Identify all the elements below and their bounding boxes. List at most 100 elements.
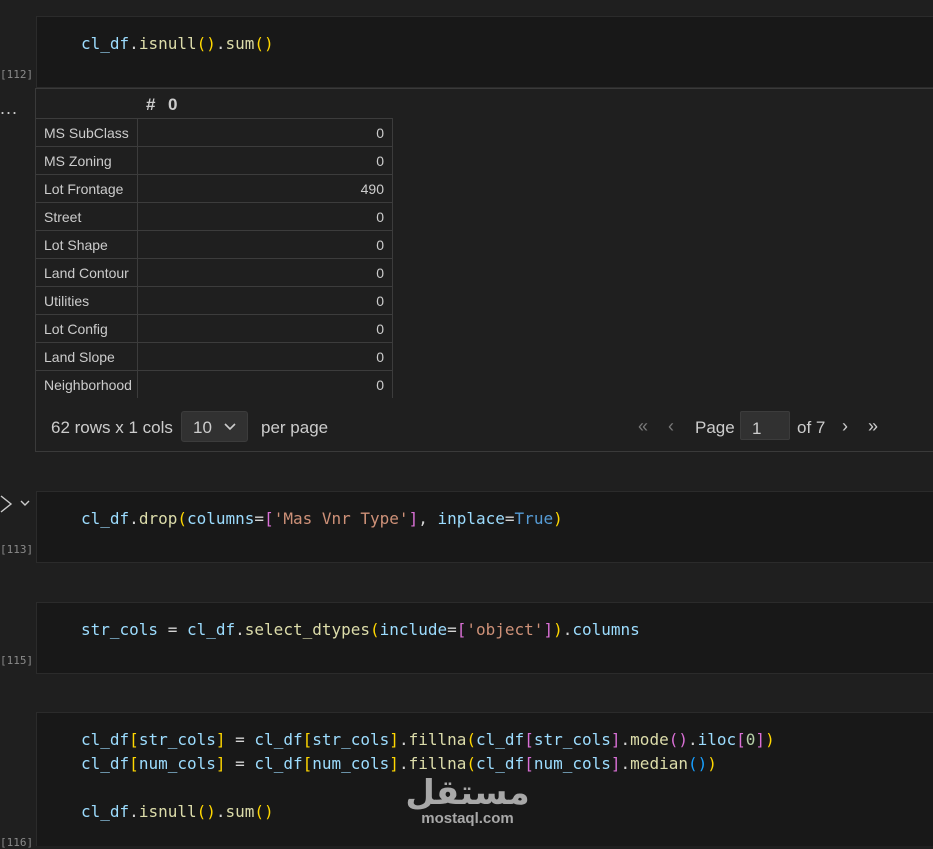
first-page-icon[interactable]: « (638, 416, 648, 437)
code-token: isnull (138, 802, 197, 821)
code-token: fillna (408, 754, 467, 773)
code-token: 'Mas Vnr Type' (273, 509, 409, 528)
code-line[interactable]: cl_df.isnull().sum() (81, 800, 274, 824)
table-row: Lot Config 0 (36, 314, 393, 343)
code-token: () (254, 802, 274, 821)
code-token: drop (138, 509, 178, 528)
code-token: = (158, 620, 187, 639)
code-token: 0 (745, 730, 756, 749)
code-token: . (398, 754, 409, 773)
row-value: 0 (137, 118, 393, 147)
table-row: MS Zoning 0 (36, 146, 393, 175)
code-token: [ (736, 730, 746, 749)
code-token: ) (553, 620, 563, 639)
pagination-bar: 62 rows x 1 cols 10 per page « ‹ Page 1 … (36, 407, 933, 447)
code-token: . (215, 802, 226, 821)
run-cell-button[interactable] (0, 494, 34, 519)
code-token: ( (466, 754, 477, 773)
row-value: 490 (137, 174, 393, 203)
code-token: ) (707, 754, 717, 773)
code-token: ] (215, 730, 226, 749)
code-token: cl_df (81, 34, 130, 53)
execution-count: [113] (0, 543, 34, 556)
row-value: 0 (137, 342, 393, 371)
output-more-icon[interactable]: ... (0, 98, 18, 119)
code-token: ( (466, 730, 477, 749)
code-token: str_cols (533, 730, 611, 749)
code-token: cl_df (254, 730, 303, 749)
code-cell-115[interactable]: str_cols = cl_df.select_dtypes(include=[… (36, 602, 933, 674)
row-index: Neighborhood (36, 370, 138, 398)
page-size-select[interactable]: 10 (181, 411, 248, 442)
code-token: cl_df (81, 730, 130, 749)
code-token: ] (215, 754, 226, 773)
code-token: () (254, 34, 274, 53)
code-token: num_cols (312, 754, 390, 773)
code-line[interactable]: cl_df[str_cols] = cl_df[str_cols].fillna… (81, 728, 775, 752)
code-token: str_cols (312, 730, 390, 749)
row-value: 0 (137, 314, 393, 343)
code-token: . (620, 730, 631, 749)
code-token: str_cols (138, 730, 216, 749)
code-token: () (668, 730, 688, 749)
code-token: cl_df (476, 754, 525, 773)
table-row: Lot Frontage 490 (36, 174, 393, 203)
next-page-icon[interactable]: › (842, 416, 848, 437)
code-token: = (254, 509, 265, 528)
code-token: str_cols (81, 620, 159, 639)
code-line[interactable]: cl_df.drop(columns=['Mas Vnr Type'], inp… (81, 507, 563, 531)
dataframe-header: # 0 (146, 93, 394, 117)
last-page-icon[interactable]: » (868, 416, 878, 437)
table-row: Neighborhood 0 (36, 370, 393, 398)
page-number-input[interactable]: 1 (740, 411, 790, 440)
code-line[interactable]: cl_df.isnull().sum() (81, 32, 274, 56)
execution-count: [116] (0, 836, 34, 849)
row-value: 0 (137, 202, 393, 231)
code-token: ] (543, 620, 554, 639)
code-token: [ (129, 754, 139, 773)
code-token: [ (264, 509, 274, 528)
code-line[interactable]: cl_df[num_cols] = cl_df[num_cols].fillna… (81, 752, 717, 776)
code-token: = (225, 754, 255, 773)
page-label: Page (695, 418, 735, 437)
code-token: [ (524, 730, 534, 749)
code-token: = (225, 730, 255, 749)
code-token: cl_df (81, 509, 130, 528)
code-token: columns (186, 509, 255, 528)
code-token: cl_df (186, 620, 236, 639)
row-index: Land Contour (36, 258, 138, 287)
column-header[interactable]: 0 (168, 95, 177, 115)
code-token: () (196, 34, 216, 53)
code-token: True (514, 509, 554, 528)
code-cell-112[interactable]: cl_df.isnull().sum() (36, 16, 933, 88)
watermark-arabic: مستقل (405, 773, 530, 813)
code-token: . (398, 730, 409, 749)
code-token: . (215, 34, 226, 53)
row-index: Land Slope (36, 342, 138, 371)
code-token: [ (129, 730, 139, 749)
code-line[interactable]: str_cols = cl_df.select_dtypes(include=[… (81, 618, 640, 642)
code-token: cl_df (476, 730, 525, 749)
expand-chevron-icon (20, 500, 30, 506)
table-row: Land Contour 0 (36, 258, 393, 287)
code-token: num_cols (533, 754, 611, 773)
code-token: . (687, 730, 698, 749)
code-token: isnull (138, 34, 197, 53)
code-cell-113[interactable]: cl_df.drop(columns=['Mas Vnr Type'], inp… (36, 491, 933, 563)
code-token: ( (177, 509, 187, 528)
row-index: Lot Config (36, 314, 138, 343)
page-number-value: 1 (752, 419, 762, 438)
row-value: 0 (137, 286, 393, 315)
code-token: () (687, 754, 708, 773)
code-token: inplace (437, 509, 505, 528)
row-index: MS SubClass (36, 118, 138, 147)
code-token: = (447, 620, 457, 639)
code-token: mode (630, 730, 669, 749)
code-token: median (630, 754, 688, 773)
code-token: cl_df (81, 754, 130, 773)
code-token: ] (408, 509, 419, 528)
code-token: 'object' (466, 620, 544, 639)
code-token: . (129, 509, 139, 528)
row-value: 0 (137, 370, 393, 398)
prev-page-icon[interactable]: ‹ (668, 416, 674, 437)
